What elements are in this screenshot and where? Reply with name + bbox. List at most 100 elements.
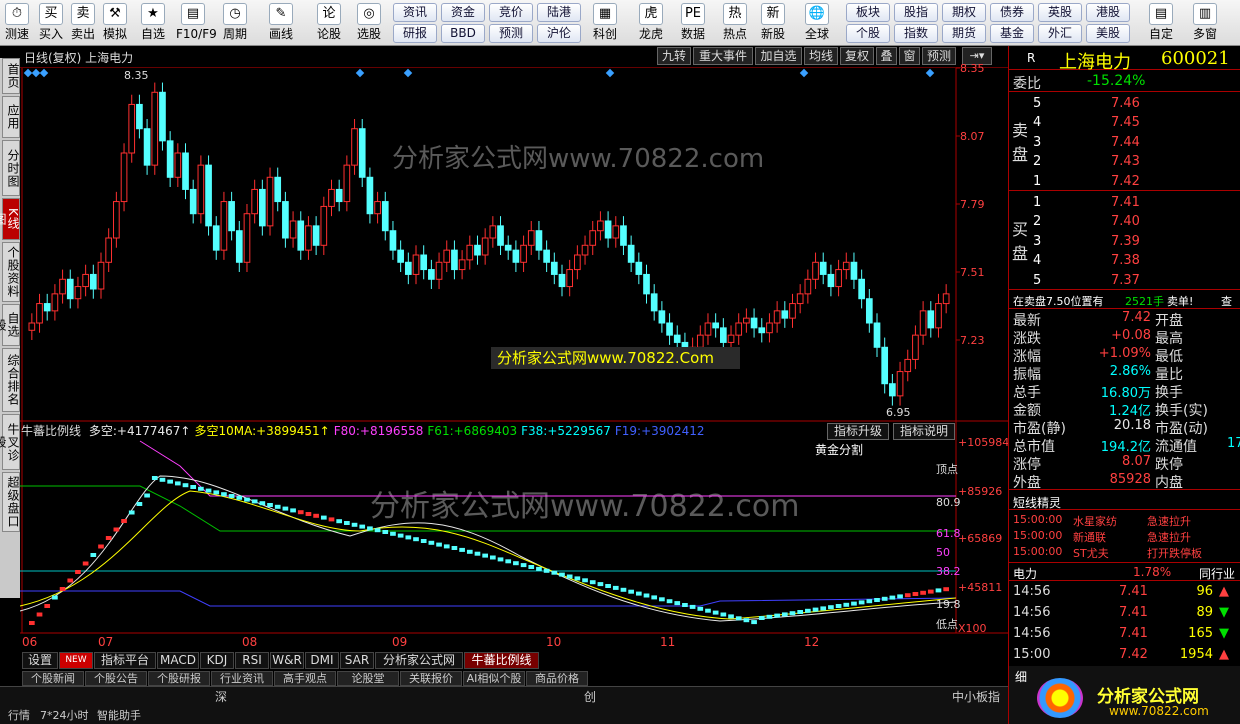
bottom-tab-1[interactable]: NEW bbox=[59, 652, 93, 669]
toolbar-btn-8[interactable]: 论论股 bbox=[312, 2, 346, 44]
leftnav-tab-1[interactable]: 应用 bbox=[2, 96, 20, 138]
bottom-tab-9[interactable]: 分析家公式网 bbox=[375, 652, 463, 669]
leftnav-tab-3[interactable]: K线图 bbox=[0, 198, 20, 240]
indicator-upgrade-button[interactable]: 指标升级 bbox=[827, 423, 889, 440]
pill-1[interactable]: 资金 bbox=[441, 3, 485, 22]
status-quote[interactable]: 行情 bbox=[8, 707, 30, 723]
bottom-tab-2[interactable]: 指标平台 bbox=[94, 652, 156, 669]
toolbar-mid-5[interactable]: 🌐 全球 bbox=[800, 2, 834, 44]
candle-body bbox=[550, 261, 558, 275]
detail-button[interactable]: 细 bbox=[1015, 668, 1027, 685]
buy-price-2[interactable]: 7.39 bbox=[1111, 234, 1140, 249]
toolbar-right-0[interactable]: ▤ 自定 bbox=[1144, 2, 1178, 44]
indicator-help-button[interactable]: 指标说明 bbox=[893, 423, 955, 440]
leftnav-tab-2[interactable]: 分时图 bbox=[2, 140, 20, 196]
toolbar-btn-7[interactable]: ✎ 画线 bbox=[264, 2, 298, 44]
info-nav-1[interactable]: 个股公告 bbox=[85, 671, 147, 686]
toolbar-right-1[interactable]: ▥ 多窗 bbox=[1188, 2, 1222, 44]
toolbar-mid-2[interactable]: PE 数据 bbox=[676, 2, 710, 44]
sell-price-4[interactable]: 7.42 bbox=[1111, 174, 1140, 189]
ind-item-value-4: +5229567 bbox=[547, 424, 611, 438]
toolbar-btn-2[interactable]: 卖卖出 bbox=[66, 2, 100, 44]
status-247[interactable]: 7*24小时 bbox=[40, 707, 89, 723]
bottom-tab-3[interactable]: MACD bbox=[157, 652, 199, 669]
toolbar-mid-3[interactable]: 热热点 bbox=[718, 2, 752, 44]
sell-price-1[interactable]: 7.45 bbox=[1111, 115, 1140, 130]
toolbar-mid-0[interactable]: ▦ 科创 bbox=[588, 2, 622, 44]
toolbar-btn-9[interactable]: ◎ 选股 bbox=[352, 2, 386, 44]
info-nav-4[interactable]: 高手观点 bbox=[274, 671, 336, 686]
info-nav-8[interactable]: 商品价格 bbox=[526, 671, 588, 686]
indicator-bar bbox=[612, 585, 619, 590]
pill2-8[interactable]: 期货 bbox=[942, 24, 986, 43]
pill2-6[interactable]: 个股 bbox=[846, 24, 890, 43]
short-stock-0[interactable]: 水星家纺 bbox=[1073, 513, 1117, 529]
pill2-11[interactable]: 美股 bbox=[1086, 24, 1130, 43]
pill2-4[interactable]: 英股 bbox=[1038, 3, 1082, 22]
bottom-tab-10[interactable]: 牛蕃比例线 bbox=[464, 652, 539, 669]
pill-3[interactable]: 陆港 bbox=[537, 3, 581, 22]
pill2-3[interactable]: 债券 bbox=[990, 3, 1034, 22]
toolbar-mid-1[interactable]: 虎龙虎 bbox=[634, 2, 668, 44]
pill2-9[interactable]: 基金 bbox=[990, 24, 1034, 43]
bottom-tab-5[interactable]: RSI bbox=[235, 652, 269, 669]
status-assistant[interactable]: 智能助手 bbox=[97, 707, 141, 723]
bottom-tab-6[interactable]: W&R bbox=[270, 652, 304, 669]
leftnav-tab-6[interactable]: 综合排名 bbox=[2, 348, 20, 412]
toolbar-btn-4[interactable]: ★ 自选 bbox=[136, 2, 170, 44]
pill-5[interactable]: BBD bbox=[441, 24, 485, 43]
toolbar-btn-5[interactable]: ▤ F10/F9 bbox=[176, 2, 217, 44]
short-stock-1[interactable]: 新通联 bbox=[1073, 529, 1106, 545]
leftnav-tab-7[interactable]: 牛叉诊股 bbox=[0, 414, 20, 470]
pill2-0[interactable]: 板块 bbox=[846, 3, 890, 22]
candle-body bbox=[412, 254, 420, 275]
bottom-tab-0[interactable]: 设置 bbox=[22, 652, 58, 669]
toolbar-btn-1[interactable]: 买买入 bbox=[34, 2, 68, 44]
candle-body bbox=[466, 244, 474, 261]
pill-2[interactable]: 竞价 bbox=[489, 3, 533, 22]
candle-body bbox=[389, 230, 397, 251]
short-stock-2[interactable]: ST尤夫 bbox=[1073, 545, 1109, 561]
candle-body bbox=[189, 188, 197, 215]
candle-body bbox=[443, 249, 451, 263]
indicator-bar bbox=[251, 499, 258, 504]
sell-price-3[interactable]: 7.43 bbox=[1111, 154, 1140, 169]
info-nav-3[interactable]: 行业资讯 bbox=[211, 671, 273, 686]
buy-price-4[interactable]: 7.37 bbox=[1111, 273, 1140, 288]
pill-0[interactable]: 资讯 bbox=[393, 3, 437, 22]
pill2-2[interactable]: 期权 bbox=[942, 3, 986, 22]
leftnav-tab-4[interactable]: 个股资料 bbox=[2, 242, 20, 302]
pill2-1[interactable]: 股指 bbox=[894, 3, 938, 22]
sell-price-0[interactable]: 7.46 bbox=[1111, 96, 1140, 111]
pill2-10[interactable]: 外汇 bbox=[1038, 24, 1082, 43]
bottom-tab-7[interactable]: DMI bbox=[305, 652, 339, 669]
candle-body bbox=[274, 176, 282, 203]
leftnav-tab-8[interactable]: 超级盘口 bbox=[2, 472, 20, 532]
pill2-5[interactable]: 港股 bbox=[1086, 3, 1130, 22]
pill2-7[interactable]: 指数 bbox=[894, 24, 938, 43]
pill-7[interactable]: 沪伦 bbox=[537, 24, 581, 43]
buy-price-1[interactable]: 7.40 bbox=[1111, 214, 1140, 229]
buy-price-3[interactable]: 7.38 bbox=[1111, 253, 1140, 268]
notice-query[interactable]: 查 bbox=[1221, 293, 1232, 309]
info-nav-2[interactable]: 个股研报 bbox=[148, 671, 210, 686]
bottom-tab-4[interactable]: KDJ bbox=[200, 652, 234, 669]
indicator-bar bbox=[344, 521, 350, 525]
toolbar-btn-6[interactable]: ◷ 周期 bbox=[218, 2, 252, 44]
toolbar-btn-3[interactable]: ⚒ 模拟 bbox=[98, 2, 132, 44]
info-nav-7[interactable]: AI相似个股 bbox=[463, 671, 525, 686]
pill-4[interactable]: 研报 bbox=[393, 24, 437, 43]
toolbar-btn-0[interactable]: ⏱ 测速 bbox=[0, 2, 34, 44]
toolbar-mid-4[interactable]: 新新股 bbox=[756, 2, 790, 44]
leftnav-tab-5[interactable]: 自选股 bbox=[0, 304, 20, 346]
sell-price-2[interactable]: 7.44 bbox=[1111, 135, 1140, 150]
buy-price-0[interactable]: 7.41 bbox=[1111, 195, 1140, 210]
sector-peer[interactable]: 同行业 bbox=[1199, 565, 1235, 582]
info-nav-6[interactable]: 关联报价 bbox=[400, 671, 462, 686]
golden-ratio-label: 黄金分割 bbox=[815, 443, 864, 457]
pill-6[interactable]: 预测 bbox=[489, 24, 533, 43]
leftnav-tab-0[interactable]: 首页 bbox=[2, 58, 20, 94]
info-nav-0[interactable]: 个股新闻 bbox=[22, 671, 84, 686]
info-nav-5[interactable]: 论股堂 bbox=[337, 671, 399, 686]
bottom-tab-8[interactable]: SAR bbox=[340, 652, 374, 669]
